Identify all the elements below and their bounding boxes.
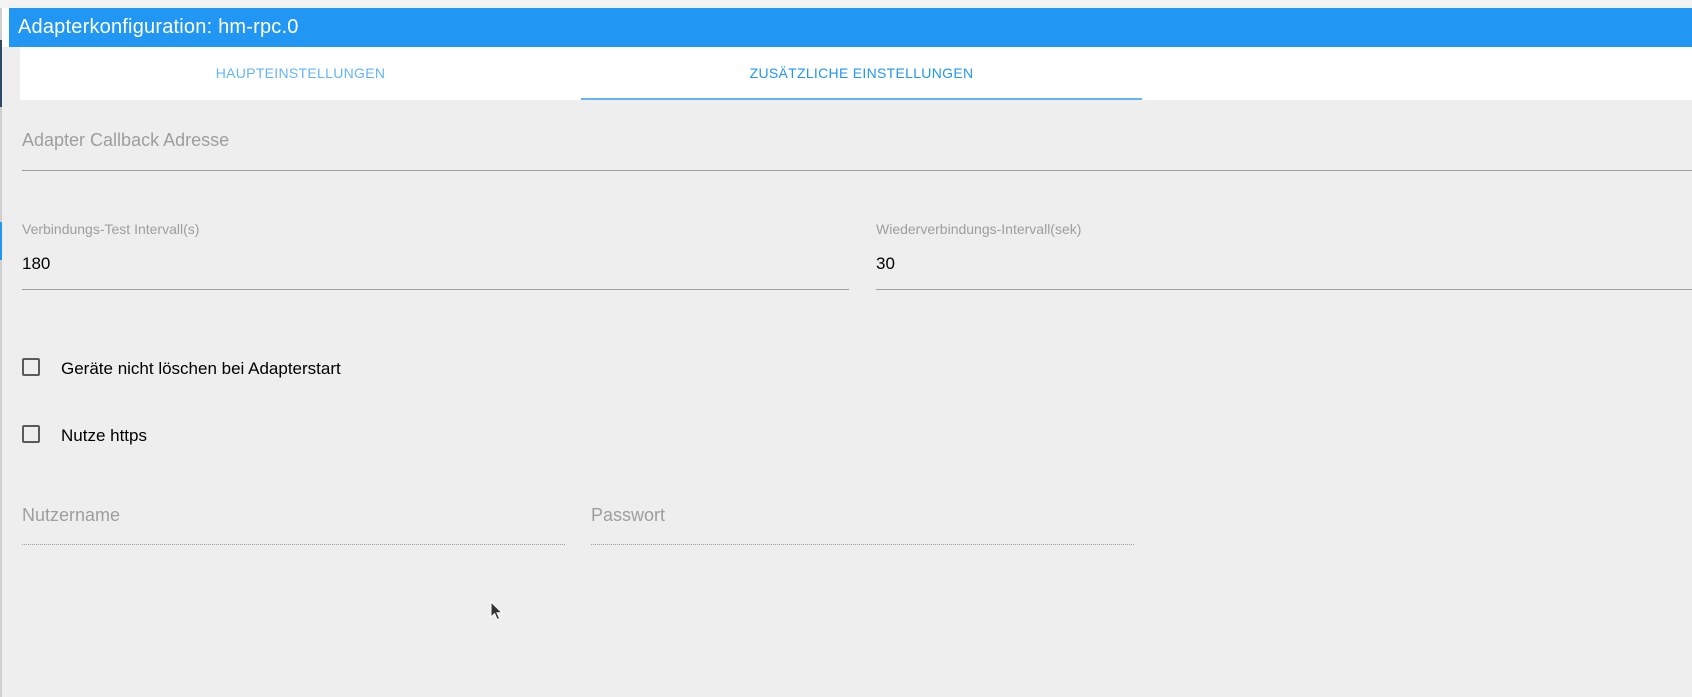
left-edge-accent-segment	[0, 222, 2, 260]
connection-test-interval-underline	[22, 289, 849, 290]
reconnect-interval-field[interactable]: Wiederverbindungs-Intervall(sek) 30	[876, 218, 1692, 291]
callback-address-underline	[22, 170, 1692, 171]
tab-main-settings[interactable]: HAUPTEINSTELLUNGEN	[20, 47, 581, 100]
reconnect-interval-underline	[876, 289, 1692, 290]
left-edge-border	[0, 8, 2, 697]
tab-additional-settings[interactable]: ZUSÄTZLICHE EINSTELLUNGEN	[581, 47, 1142, 100]
callback-address-label: Adapter Callback Adresse	[22, 130, 230, 150]
connection-test-interval-label: Verbindungs-Test Intervall(s)	[22, 221, 200, 237]
username-field[interactable]: Nutzername	[22, 500, 565, 546]
adapter-config-page: Adapterkonfiguration: hm-rpc.0 HAUPTEINS…	[0, 0, 1692, 697]
username-underline	[22, 544, 565, 545]
active-tab-indicator	[581, 98, 1142, 100]
callback-address-field[interactable]: Adapter Callback Adresse	[22, 118, 1692, 171]
use-https-label: Nutze https	[61, 426, 147, 445]
tab-bar: HAUPTEINSTELLUNGEN ZUSÄTZLICHE EINSTELLU…	[20, 47, 1692, 100]
window-top-strip	[0, 0, 1692, 8]
password-field[interactable]: Passwort	[591, 500, 1134, 546]
window-title: Adapterkonfiguration: hm-rpc.0	[9, 8, 1692, 47]
connection-test-interval-value[interactable]: 180	[22, 254, 50, 274]
left-edge-dark-segment	[0, 40, 2, 107]
dont-delete-devices-label: Geräte nicht löschen bei Adapterstart	[61, 359, 341, 378]
connection-test-interval-field[interactable]: Verbindungs-Test Intervall(s) 180	[22, 218, 849, 291]
use-https-row[interactable]: Nutze https	[22, 425, 222, 449]
dont-delete-devices-checkbox[interactable]	[22, 358, 40, 376]
mouse-pointer-icon	[490, 601, 504, 621]
reconnect-interval-label: Wiederverbindungs-Intervall(sek)	[876, 221, 1082, 237]
dont-delete-devices-row[interactable]: Geräte nicht löschen bei Adapterstart	[22, 358, 422, 382]
password-label: Passwort	[591, 505, 666, 525]
use-https-checkbox[interactable]	[22, 425, 40, 443]
password-underline	[591, 544, 1134, 545]
username-label: Nutzername	[22, 505, 121, 525]
reconnect-interval-value[interactable]: 30	[876, 254, 895, 274]
